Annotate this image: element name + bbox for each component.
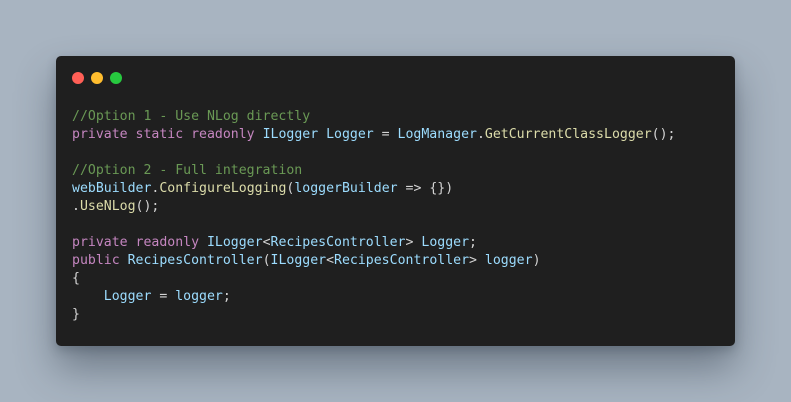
- code-token: logger: [175, 289, 223, 304]
- code-token: UseNLog: [79, 199, 136, 214]
- code-token: => {}): [397, 181, 454, 196]
- code-line: {: [72, 270, 675, 288]
- code-token: =: [151, 289, 176, 304]
- code-line: private readonly ILogger<RecipesControll…: [72, 234, 675, 252]
- code-line: private static readonly ILogger Logger =…: [72, 126, 675, 144]
- code-token: RecipesController: [334, 253, 470, 268]
- code-token: LogManager: [397, 127, 477, 142]
- code-line: Logger = logger;: [72, 288, 675, 306]
- code-token: }: [72, 307, 80, 322]
- code-token: .: [72, 199, 80, 214]
- code-token: Logger: [421, 235, 470, 250]
- code-token: ILogger: [206, 235, 263, 250]
- code-token: >: [405, 235, 422, 250]
- code-token: GetCurrentClassLogger: [484, 127, 652, 142]
- code-token: private readonly: [72, 235, 207, 250]
- code-token: =: [373, 127, 398, 142]
- code-token: webBuilder: [72, 181, 152, 196]
- code-token: //Option 2 - Full integration: [72, 163, 303, 178]
- code-block: //Option 1 - Use NLog directly private st…: [72, 108, 675, 324]
- code-token: .: [476, 127, 485, 142]
- code-token: ();: [135, 199, 160, 214]
- code-token: <: [326, 253, 335, 268]
- code-token: >: [469, 253, 485, 268]
- code-token: ();: [651, 127, 676, 142]
- maximize-dot-icon[interactable]: [110, 72, 122, 84]
- code-window: //Option 1 - Use NLog directly private st…: [56, 56, 735, 346]
- code-line: .UseNLog();: [72, 198, 675, 216]
- code-line: }: [72, 306, 675, 324]
- code-token: loggerBuilder: [294, 181, 398, 196]
- code-line: //Option 1 - Use NLog directly: [72, 108, 675, 126]
- code-line: //Option 2 - Full integration: [72, 162, 675, 180]
- code-token: RecipesController: [127, 253, 263, 268]
- code-token: Logger: [103, 289, 152, 304]
- code-token: private static readonly: [72, 127, 263, 142]
- code-token: logger: [484, 253, 533, 268]
- code-line: public RecipesController(ILogger<Recipes…: [72, 252, 675, 270]
- code-token: ;: [222, 289, 231, 304]
- code-line: webBuilder.ConfigureLogging(loggerBuilde…: [72, 180, 675, 198]
- code-token: <: [262, 235, 271, 250]
- code-token: ;: [469, 235, 477, 250]
- close-dot-icon[interactable]: [72, 72, 84, 84]
- code-token: ): [532, 253, 541, 268]
- window-controls: [72, 72, 122, 84]
- code-token: //Option 1 - Use NLog directly: [72, 109, 311, 124]
- code-token: {: [72, 271, 80, 286]
- code-token: (: [262, 253, 271, 268]
- code-token: public: [72, 253, 128, 268]
- code-token: ILogger: [270, 253, 327, 268]
- code-token: ConfigureLogging: [159, 181, 287, 196]
- code-token: RecipesController: [270, 235, 406, 250]
- code-token: ILogger Logger: [262, 127, 374, 142]
- minimize-dot-icon[interactable]: [91, 72, 103, 84]
